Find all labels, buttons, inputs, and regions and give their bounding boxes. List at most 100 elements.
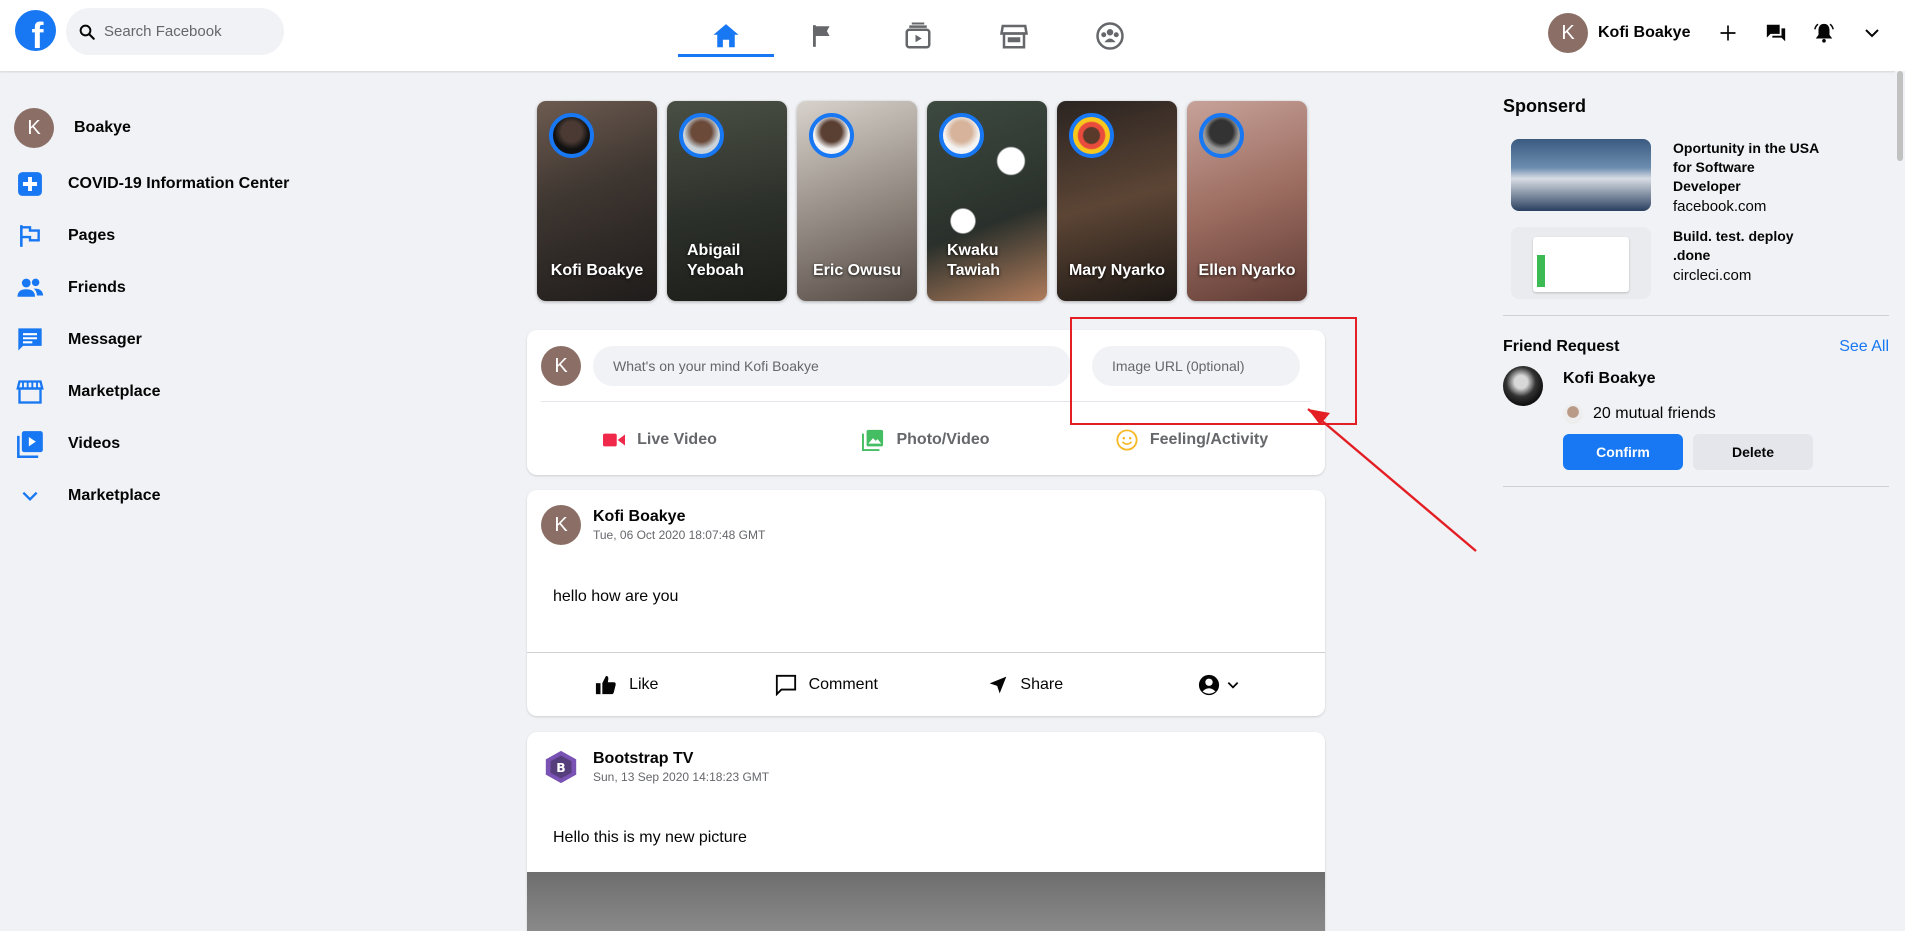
live-video-button[interactable]: Live Video	[527, 410, 793, 470]
ad-headline[interactable]: Oportunity in the USA for Software Devel…	[1673, 139, 1823, 196]
messenger-button[interactable]	[1752, 13, 1800, 53]
post-timestamp[interactable]: Sun, 13 Sep 2020 14:18:23 GMT	[593, 770, 769, 784]
story-name: Eric Owusu	[812, 262, 902, 279]
facebook-logo[interactable]: f	[15, 10, 56, 51]
left-sidebar: K Boakye COVID-19 Information Center Pag…	[14, 104, 354, 522]
confirm-button[interactable]: Confirm	[1563, 434, 1683, 470]
thumbs-up-icon	[595, 675, 616, 695]
post-author-name[interactable]: Bootstrap TV	[593, 750, 769, 768]
bell-icon	[1814, 23, 1835, 43]
tab-watch[interactable]	[870, 0, 966, 71]
ad-thumbnail[interactable]	[1511, 227, 1651, 299]
requester-name[interactable]: Kofi Boakye	[1563, 370, 1655, 388]
ad-url[interactable]: circleci.com	[1673, 267, 1823, 284]
live-video-icon	[603, 433, 626, 447]
story-card[interactable]: Ellen Nyarko	[1187, 101, 1307, 301]
story-avatar	[809, 113, 854, 158]
header-account-area: K Kofi Boakye	[1548, 11, 1896, 55]
like-label: Like	[629, 676, 659, 693]
action-label: Live Video	[637, 431, 717, 448]
tab-groups[interactable]	[1062, 0, 1158, 71]
flag-icon	[813, 24, 830, 47]
home-icon	[713, 23, 739, 47]
delete-button[interactable]: Delete	[1693, 434, 1813, 470]
ad-thumbnail[interactable]	[1511, 139, 1651, 211]
chat-icon	[1767, 24, 1786, 42]
tab-marketplace[interactable]	[966, 0, 1062, 71]
post-header: K Kofi Boakye Tue, 06 Oct 2020 18:07:48 …	[541, 505, 765, 545]
right-sidebar: Sponserd Oportunity in the USA for Softw…	[1503, 96, 1889, 487]
share-arrow-icon	[990, 676, 1007, 694]
header-username[interactable]: Kofi Boakye	[1598, 24, 1690, 42]
post-author-avatar[interactable]: K	[541, 505, 581, 545]
post-author-name[interactable]: Kofi Boakye	[593, 508, 765, 526]
message-input[interactable]	[593, 346, 1071, 386]
sidebar-item-label: Messager	[68, 331, 142, 348]
story-card[interactable]: Kofi Boakye	[537, 101, 657, 301]
story-name: Ellen Nyarko	[1198, 262, 1296, 279]
sidebar-item-label: Marketplace	[68, 383, 161, 400]
photo-video-icon	[862, 429, 884, 451]
stories-row: Kofi Boakye Abigail Yeboah Eric Owusu Kw…	[537, 101, 1317, 301]
friends-icon	[17, 278, 44, 297]
post-actions: Like Comment Share	[527, 653, 1325, 717]
sidebar-item-see-more[interactable]: Marketplace	[14, 470, 354, 522]
audience-selector[interactable]	[1126, 653, 1326, 717]
comment-label: Comment	[808, 676, 878, 693]
search-input[interactable]	[104, 23, 274, 40]
friend-request-header: Friend Request See All	[1503, 338, 1889, 356]
sidebar-item-profile[interactable]: K Boakye	[14, 104, 354, 152]
account-menu-button[interactable]	[1848, 13, 1896, 53]
page-scrollbar[interactable]	[1895, 71, 1905, 931]
sidebar-item-label: COVID-19 Information Center	[68, 175, 290, 192]
story-name: Abigail Yeboah	[687, 242, 744, 279]
story-card[interactable]: Abigail Yeboah	[667, 101, 787, 301]
sidebar-item-pages[interactable]: Pages	[14, 210, 354, 262]
story-avatar	[1199, 113, 1244, 158]
sidebar-item-friends[interactable]: Friends	[14, 262, 354, 314]
like-button[interactable]: Like	[527, 653, 727, 717]
marketplace-icon	[16, 380, 44, 404]
ad-url[interactable]: facebook.com	[1673, 198, 1823, 215]
search-icon	[79, 24, 95, 40]
search-box[interactable]	[66, 8, 284, 55]
sidebar-avatar: K	[14, 108, 54, 148]
sidebar-item-label: Friends	[68, 279, 126, 296]
post-image[interactable]	[527, 872, 1325, 931]
videos-icon	[17, 431, 43, 458]
sponsored-ad[interactable]: Oportunity in the USA for Software Devel…	[1503, 139, 1889, 215]
mutual-friend-avatar	[1563, 404, 1583, 424]
create-button[interactable]	[1704, 13, 1752, 53]
photo-video-button[interactable]: Photo/Video	[793, 410, 1059, 470]
chevron-down-icon	[22, 491, 38, 501]
sponsored-ad[interactable]: Build. test. deploy .done circleci.com	[1503, 227, 1889, 299]
watch-icon	[905, 22, 931, 48]
comment-button[interactable]: Comment	[727, 653, 927, 717]
scrollbar-thumb[interactable]	[1897, 71, 1903, 161]
top-navbar: f K Kofi Boakye	[0, 0, 1905, 71]
tab-home[interactable]	[678, 0, 774, 71]
story-card[interactable]: Mary Nyarko	[1057, 101, 1177, 301]
sidebar-item-videos[interactable]: Videos	[14, 418, 354, 470]
tab-pages[interactable]	[774, 0, 870, 71]
ad-headline[interactable]: Build. test. deploy .done	[1673, 227, 1823, 265]
story-avatar	[679, 113, 724, 158]
story-card[interactable]: Kwaku Tawiah	[927, 101, 1047, 301]
feeling-icon	[1116, 429, 1138, 451]
action-label: Photo/Video	[896, 431, 990, 448]
bootstrap-avatar[interactable]: B	[541, 747, 581, 787]
mutual-friends-text: 20 mutual friends	[1593, 405, 1716, 422]
post-timestamp[interactable]: Tue, 06 Oct 2020 18:07:48 GMT	[593, 528, 765, 542]
mutual-friends[interactable]: 20 mutual friends	[1563, 404, 1716, 424]
sidebar-item-covid[interactable]: COVID-19 Information Center	[14, 158, 354, 210]
story-card[interactable]: Eric Owusu	[797, 101, 917, 301]
post-text: Hello this is my new picture	[553, 829, 747, 846]
notifications-button[interactable]	[1800, 13, 1848, 53]
requester-avatar[interactable]	[1503, 366, 1543, 406]
see-all-link[interactable]: See All	[1839, 338, 1889, 356]
sidebar-item-marketplace[interactable]: Marketplace	[14, 366, 354, 418]
header-avatar[interactable]: K	[1548, 13, 1588, 53]
share-button[interactable]: Share	[926, 653, 1126, 717]
sidebar-item-messager[interactable]: Messager	[14, 314, 354, 366]
messenger-icon	[18, 328, 42, 351]
